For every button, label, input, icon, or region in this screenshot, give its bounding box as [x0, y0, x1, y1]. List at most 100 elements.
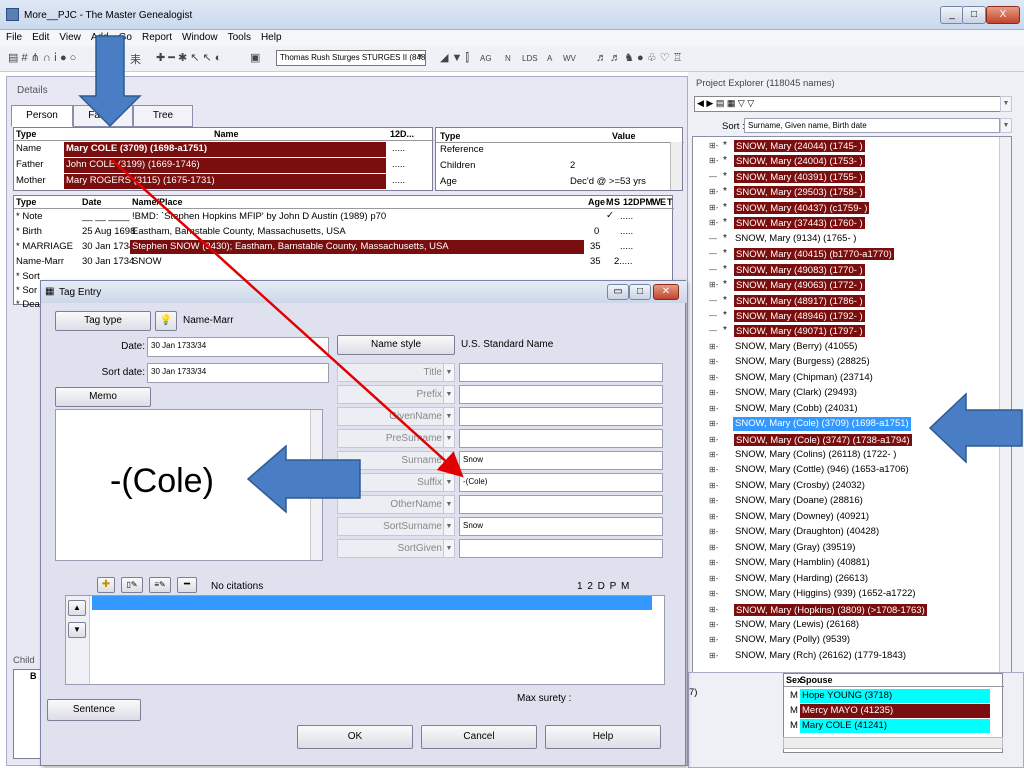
tree-item[interactable]: ⊞- SNOW, Mary (Draughton) (40428) — [693, 525, 1011, 540]
citation-row-selected[interactable] — [92, 596, 652, 610]
spouse-name[interactable]: Hope YOUNG (3718) — [800, 689, 990, 703]
menu-window[interactable]: Window — [176, 30, 222, 43]
help-button[interactable]: Help — [545, 725, 661, 749]
toolbar-person-icon[interactable]: ▣ — [250, 51, 260, 64]
chevron-down-icon[interactable]: ▼ — [416, 52, 424, 61]
tree-item-label[interactable]: SNOW, Mary (Berry) (41055) — [733, 340, 859, 354]
list-citation-icon[interactable]: ≡✎ — [149, 577, 171, 593]
chevron-down-icon[interactable]: ▼ — [443, 451, 455, 470]
tree-item[interactable]: ⊞- SNOW, Mary (Higgins) (939) (1652-a1722… — [693, 587, 1011, 602]
tree-item[interactable]: ⊞- SNOW, Mary (Burgess) (28825) — [693, 355, 1011, 370]
expand-icon[interactable]: — — [709, 311, 719, 320]
tree-item[interactable]: — * SNOW, Mary (40391) (1755- ) — [693, 169, 1011, 185]
date-input[interactable]: 30 Jan 1733/34 — [147, 337, 329, 357]
tab-family[interactable]: Family — [73, 105, 133, 127]
tree-item[interactable]: ⊞- SNOW, Mary (Lewis) (26168) — [693, 618, 1011, 633]
tree-item[interactable]: ⊞- SNOW, Mary (Hamblin) (40881) — [693, 556, 1011, 571]
tree-item[interactable]: ⊞- SNOW, Mary (Doane) (28816) — [693, 494, 1011, 509]
sort-date-input[interactable]: 30 Jan 1733/34 — [147, 363, 329, 383]
move-down-icon[interactable]: ▼ — [68, 622, 86, 638]
explorer-nav-icons[interactable]: ◀ ▶ ▤ ▦ ▽ ▽ — [697, 98, 754, 109]
edit-citation-icon[interactable]: ▯✎ — [121, 577, 143, 593]
menu-tools[interactable]: Tools — [222, 30, 255, 43]
expand-icon[interactable]: — — [709, 234, 719, 243]
field-input-sortgiven[interactable] — [459, 539, 663, 558]
expand-icon[interactable]: ⊞- — [709, 651, 719, 660]
tree-item[interactable]: ⊞- SNOW, Mary (Harding) (26613) — [693, 572, 1011, 587]
toolbar-icons-group-2[interactable]: ✚ ━ ✱ ↖ ↖ ◐ — [156, 51, 221, 64]
memo-button[interactable]: Memo — [55, 387, 151, 407]
expand-icon[interactable]: ⊞- — [709, 527, 719, 536]
tree-item[interactable]: ⊞- * SNOW, Mary (29503) (1758- ) — [693, 185, 1011, 200]
tree-item[interactable]: ⊞- SNOW, Mary (Chipman) (23714) — [693, 371, 1011, 386]
expand-icon[interactable]: ⊞- — [709, 141, 719, 150]
close-button[interactable]: X — [986, 6, 1020, 24]
toolbar-label-ag[interactable]: AG — [480, 54, 492, 63]
menu-view[interactable]: View — [53, 30, 85, 43]
cancel-button[interactable]: Cancel — [421, 725, 537, 749]
tab-tree[interactable]: Tree — [133, 105, 193, 127]
field-input-givenname[interactable] — [459, 407, 663, 426]
scrollbar[interactable] — [999, 137, 1011, 731]
sentence-button[interactable]: Sentence — [47, 699, 141, 721]
tree-item-label[interactable]: SNOW, Mary (Chipman) (23714) — [733, 371, 875, 385]
tree-item-label[interactable]: SNOW, Mary (40437) (c1759- ) — [733, 200, 871, 215]
person-select[interactable]: Thomas Rush Sturges STURGES II (848 — [276, 50, 426, 66]
tree-item[interactable]: ⊞- SNOW, Mary (Gray) (39519) — [693, 541, 1011, 556]
tree-item-label[interactable]: SNOW, Mary (49083) (1770- ) — [733, 262, 866, 277]
explorer-filter-bar[interactable]: ◀ ▶ ▤ ▦ ▽ ▽ — [694, 96, 1010, 112]
lightbulb-icon[interactable]: 💡 — [155, 311, 177, 331]
menu-go[interactable]: Go — [113, 30, 136, 43]
tree-item-label[interactable]: SNOW, Mary (Higgins) (939) (1652-a1722) — [733, 587, 918, 601]
toolbar-label-wv[interactable]: WV — [563, 54, 576, 63]
tab-person[interactable]: Person — [11, 105, 73, 127]
menu-add[interactable]: Add — [85, 30, 113, 43]
expand-icon[interactable]: ⊞- — [709, 357, 719, 366]
chevron-down-icon[interactable]: ▼ — [443, 385, 455, 404]
tree-item-label[interactable]: SNOW, Mary (Crosby) (24032) — [733, 479, 867, 493]
citation-list[interactable]: ▲ ▼ — [65, 595, 665, 685]
tree-item-label[interactable]: SNOW, Mary (Draughton) (40428) — [733, 525, 881, 539]
expand-icon[interactable]: ⊞- — [709, 435, 719, 444]
tree-item[interactable]: ⊞- * SNOW, Mary (40437) (c1759- ) — [693, 200, 1011, 216]
chevron-down-icon[interactable]: ▼ — [443, 473, 455, 492]
expand-icon[interactable]: ⊞- — [709, 218, 719, 227]
expand-icon[interactable]: ⊞- — [709, 543, 719, 552]
tree-item[interactable]: ⊞- SNOW, Mary (Cobb) (24031) — [693, 402, 1011, 417]
tree-item[interactable]: ⊞- SNOW, Mary (Berry) (41055) — [693, 340, 1011, 355]
tree-item-label[interactable]: SNOW, Mary (Lewis) (26168) — [733, 618, 861, 632]
tree-item[interactable]: ⊞- * SNOW, Mary (49063) (1772- ) — [693, 278, 1011, 293]
tree-item-label[interactable]: SNOW, Mary (Burgess) (28825) — [733, 355, 872, 369]
expand-icon[interactable]: — — [709, 249, 719, 258]
tree-item-label[interactable]: SNOW, Mary (Downey) (40921) — [733, 510, 871, 524]
scrollbar[interactable] — [670, 142, 682, 190]
chevron-down-icon[interactable]: ▼ — [443, 517, 455, 536]
field-input-prefix[interactable] — [459, 385, 663, 404]
expand-icon[interactable]: ⊞- — [709, 635, 719, 644]
tree-item-label[interactable]: SNOW, Mary (40415) (b1770-a1770) — [733, 247, 895, 262]
tree-item[interactable]: ⊞- SNOW, Mary (Crosby) (24032) — [693, 479, 1011, 494]
expand-icon[interactable]: — — [709, 172, 719, 181]
field-input-sortsurname[interactable]: Snow — [459, 517, 663, 536]
tree-item-label[interactable]: SNOW, Mary (24004) (1753- ) — [733, 154, 866, 169]
person-name-value[interactable]: Mary COLE (3709) (1698-a1751) — [64, 142, 386, 157]
tree-item[interactable]: — * SNOW, Mary (9134) (1765- ) — [693, 232, 1011, 247]
event-place[interactable]: Eastham, Barnstable County, Massachusett… — [132, 226, 346, 237]
expand-icon[interactable]: ⊞- — [709, 203, 719, 212]
field-input-suffix[interactable]: -(Cole) — [459, 473, 663, 492]
tree-item-label[interactable]: SNOW, Mary (40391) (1755- ) — [733, 169, 866, 184]
expand-icon[interactable]: ⊞- — [709, 187, 719, 196]
tree-item[interactable]: ⊞- * SNOW, Mary (24004) (1753- ) — [693, 154, 1011, 169]
tree-item-label[interactable]: SNOW, Mary (Gray) (39519) — [733, 541, 857, 555]
menu-file[interactable]: File — [0, 30, 26, 43]
spouse-name[interactable]: Mary COLE (41241) — [800, 719, 990, 733]
toolbar-label-n[interactable]: N — [505, 54, 511, 63]
expand-icon[interactable]: ⊞- — [709, 481, 719, 490]
tag-type-button[interactable]: Tag type — [55, 311, 151, 331]
tree-item-label[interactable]: SNOW, Mary (49071) (1797- ) — [733, 324, 866, 339]
tree-item[interactable]: — * SNOW, Mary (48946) (1792- ) — [693, 308, 1011, 324]
expand-icon[interactable]: ⊞- — [709, 373, 719, 382]
scrollbar[interactable] — [310, 410, 322, 560]
toolbar-icons-group-4[interactable]: ♬ ♬ ♞ ● ♧ ♡ ♖ — [596, 51, 682, 64]
tree-item-label[interactable]: SNOW, Mary (Cottle) (946) (1653-a1706) — [733, 463, 911, 477]
